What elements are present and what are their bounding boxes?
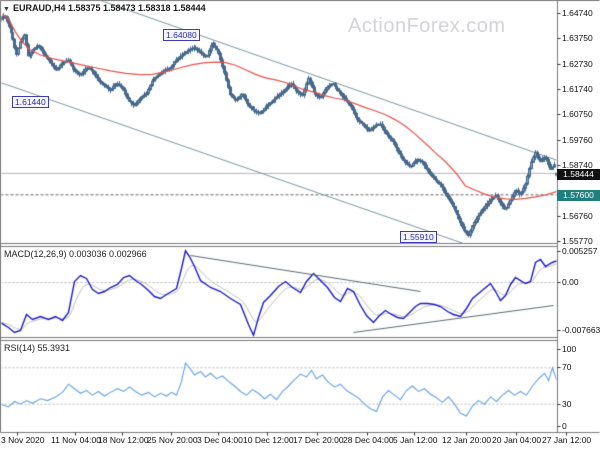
price-axis-label: 1.55770 <box>562 236 593 246</box>
symbol-marker-icon: ▼ <box>3 6 10 13</box>
macd-axis-label: 0.00 <box>562 277 579 287</box>
time-axis-label: 28 Dec 04:00 <box>343 435 394 445</box>
macd-axis-label: 0.005257 <box>562 246 598 256</box>
macd-axis-label: -0.007663 <box>562 325 600 335</box>
time-axis-label: 18 Nov 12:00 <box>98 435 149 445</box>
price-axis-label: 1.64740 <box>562 8 593 18</box>
time-axis-label: 10 Dec 12:00 <box>243 435 294 445</box>
price-axis-label: 1.63750 <box>562 33 593 43</box>
time-axis-label: 3 Nov 2020 <box>1 435 45 445</box>
time-axis-label: 20 Jan 04:00 <box>492 435 542 445</box>
level-price-badge: 1.57600 <box>557 190 600 201</box>
price-axis-label: 1.59760 <box>562 135 593 145</box>
time-axis-label: 27 Jan 12:00 <box>542 435 592 445</box>
time-axis-label: 12 Jan 20:00 <box>442 435 492 445</box>
price-chart-canvas[interactable] <box>0 0 600 450</box>
mt4-chart-window: ActionForex.com ▼EURAUD,H4 1.58375 1.584… <box>0 0 600 450</box>
bid-price-badge: 1.58444 <box>557 169 600 180</box>
time-axis-label: 3 Dec 04:00 <box>197 435 243 445</box>
rsi-axis-label: 100 <box>562 344 577 354</box>
time-axis-label: 11 Nov 04:00 <box>51 435 101 445</box>
rsi-indicator-label: RSI(14) 55.3931 <box>4 343 71 353</box>
symbol-ohlc-info: EURAUD,H4 1.58375 1.58473 1.58318 1.5844… <box>12 3 206 13</box>
rsi-axis-label: 70 <box>562 362 572 372</box>
time-axis-label: 25 Nov 20:00 <box>147 435 198 445</box>
rsi-axis-label: 30 <box>562 399 572 409</box>
time-axis-label: 5 Jan 12:00 <box>393 435 438 445</box>
trendline-price-label: 1.61440 <box>12 96 49 108</box>
price-axis-label: 1.60750 <box>562 109 593 119</box>
macd-indicator-label: MACD(12,26,9) 0.003036 0.002966 <box>4 249 147 259</box>
price-axis-label: 1.61740 <box>562 84 593 94</box>
price-axis-label: 1.56760 <box>562 211 593 221</box>
chart-header: ▼ EURAUD,H4 1.58375 1.58473 1.58318 1.584… <box>3 3 206 13</box>
price-axis-label: 1.62730 <box>562 59 593 69</box>
trendline-price-label: 1.55910 <box>400 231 437 243</box>
time-axis-label: 17 Dec 20:00 <box>293 435 344 445</box>
trendline-price-label: 1.64080 <box>163 29 200 41</box>
rsi-axis-label: 0 <box>562 421 567 431</box>
